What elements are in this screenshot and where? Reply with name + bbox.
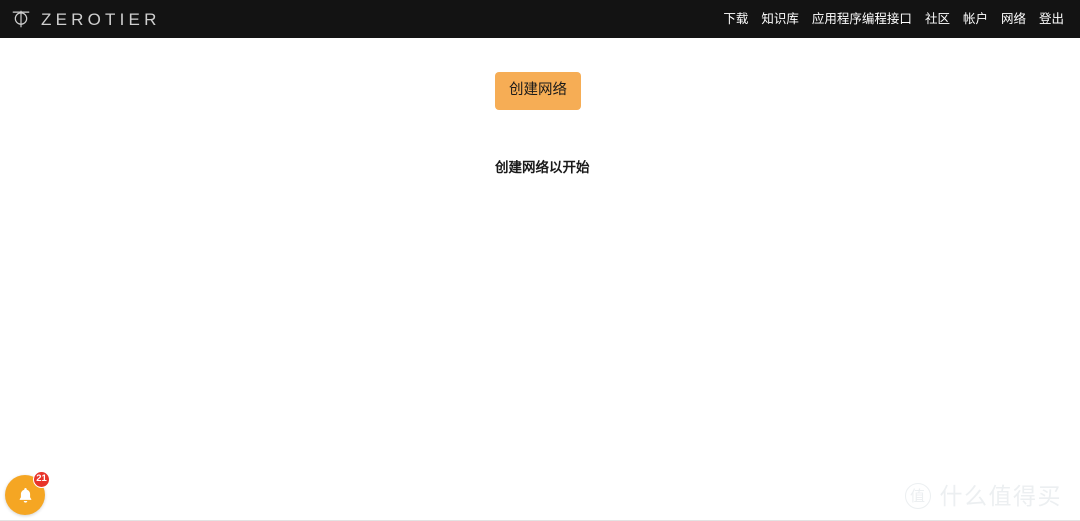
brand-name: ZEROTIER <box>41 9 161 29</box>
create-network-button[interactable]: 创建网络 <box>495 72 581 110</box>
brand-logo[interactable]: ZEROTIER <box>10 0 161 38</box>
top-navigation-bar: ZEROTIER 下载 知识库 应用程序编程接口 社区 帐户 网络 登出 <box>0 0 1080 38</box>
nav-account[interactable]: 帐户 <box>963 13 988 26</box>
zerotier-phi-icon <box>12 10 30 28</box>
notifications-button[interactable]: 21 <box>5 471 50 515</box>
primary-nav: 下载 知识库 应用程序编程接口 社区 帐户 网络 登出 <box>723 0 1066 38</box>
nav-community[interactable]: 社区 <box>925 13 950 26</box>
nav-knowledge-base[interactable]: 知识库 <box>761 13 799 26</box>
notification-count-badge: 21 <box>33 471 50 488</box>
nav-logout[interactable]: 登出 <box>1039 13 1064 26</box>
nav-networks[interactable]: 网络 <box>1001 13 1026 26</box>
nav-api[interactable]: 应用程序编程接口 <box>812 13 912 26</box>
bell-icon <box>19 487 31 503</box>
main-content: 创建网络 创建网络以开始 <box>0 38 1080 521</box>
empty-state-heading: 创建网络以开始 <box>495 160 590 175</box>
nav-download[interactable]: 下载 <box>723 13 748 26</box>
